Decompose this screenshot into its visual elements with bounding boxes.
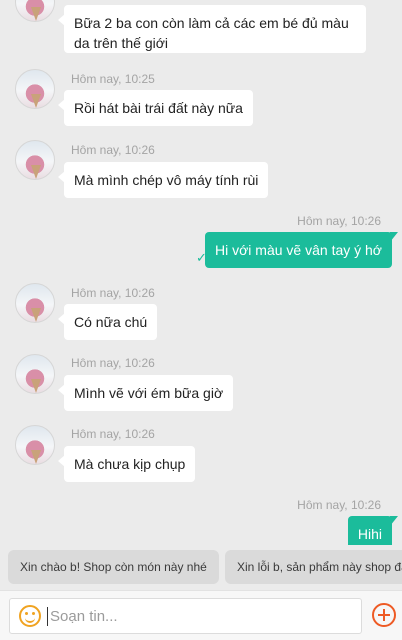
- contact-avatar[interactable]: [15, 354, 55, 394]
- contact-avatar[interactable]: [15, 0, 55, 22]
- message-bubble[interactable]: Bữa 2 ba con còn làm cả các em bé đủ màu…: [58, 5, 366, 53]
- message-field[interactable]: [9, 598, 362, 634]
- message-bubble[interactable]: Mà mình chép vô máy tính rùi: [57, 162, 269, 198]
- quick-reply-chip[interactable]: Xin lỗi b, sản phẩm này shop đã hết hàng: [225, 550, 402, 584]
- message-timestamp: Hôm nay, 10:26: [71, 356, 155, 370]
- message-timestamp: Hôm nay, 10:26: [71, 427, 155, 441]
- smiley-face-icon[interactable]: [19, 605, 41, 627]
- message-bubble[interactable]: Mình vẽ với ém bữa giờ: [57, 375, 234, 411]
- message-timestamp: Hôm nay, 10:26: [297, 498, 381, 512]
- message-timestamp: Hôm nay, 10:26: [297, 214, 381, 228]
- message-bubble[interactable]: Hi với màu vẽ vân tay ý hớ: [205, 232, 398, 268]
- message-input[interactable]: [50, 603, 350, 630]
- contact-avatar[interactable]: [15, 283, 55, 323]
- contact-avatar[interactable]: [15, 140, 55, 180]
- text-caret: [47, 607, 48, 626]
- quick-replies-bar: Xin chào b! Shop còn món này nhé Xin lỗi…: [0, 545, 402, 590]
- message-timestamp: Hôm nay, 10:25: [71, 72, 155, 86]
- message-timestamp: Hôm nay, 10:26: [71, 143, 155, 157]
- message-list[interactable]: Bữa 2 ba con còn làm cả các em bé đủ màu…: [0, 0, 402, 545]
- message-composer: [0, 590, 402, 640]
- message-bubble[interactable]: Có nữa chú: [57, 304, 158, 340]
- message-timestamp: Hôm nay, 10:26: [71, 286, 155, 300]
- plus-circle-icon[interactable]: [372, 603, 396, 627]
- message-bubble[interactable]: Rồi hát bài trái đất này nữa: [58, 90, 253, 126]
- message-bubble[interactable]: Hihi: [347, 516, 399, 545]
- contact-avatar[interactable]: [15, 425, 55, 465]
- message-bubble[interactable]: Mà chưa kịp chụp: [57, 446, 196, 482]
- quick-reply-chip[interactable]: Xin chào b! Shop còn món này nhé: [8, 550, 219, 584]
- contact-avatar[interactable]: [15, 69, 55, 109]
